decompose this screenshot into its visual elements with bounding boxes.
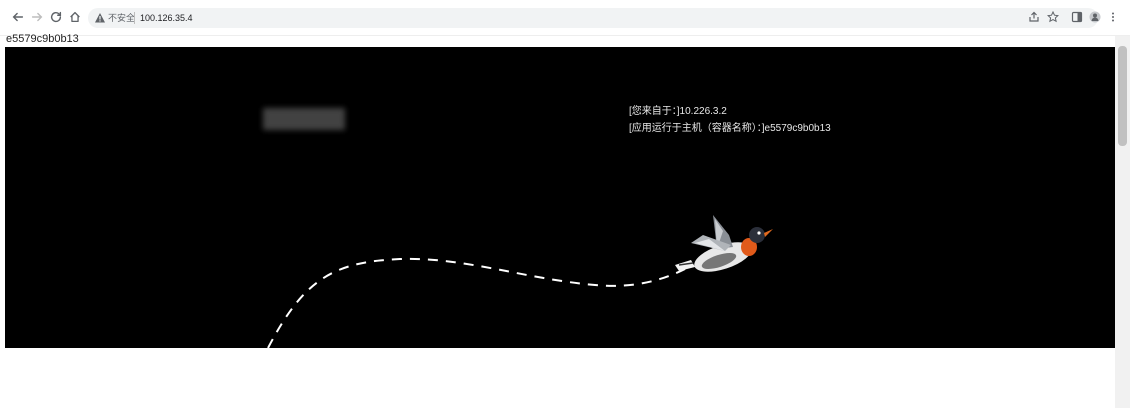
warning-triangle-icon[interactable] <box>94 12 106 24</box>
kebab-menu-icon <box>1112 12 1114 22</box>
url-text[interactable]: 100.126.35.4 <box>140 11 193 25</box>
security-label[interactable]: 不安全 <box>108 11 135 25</box>
reload-icon <box>50 11 62 23</box>
home-icon <box>70 11 80 23</box>
arrow-left-icon <box>12 12 24 22</box>
sidepanel-icon <box>1071 11 1083 23</box>
scroll-thumb[interactable] <box>1118 46 1127 146</box>
browser-toolbar: 不安全 100.126.35.4 <box>0 0 1130 36</box>
address-divider <box>134 12 135 24</box>
profile-button[interactable] <box>1088 10 1102 24</box>
address-bar[interactable]: 不安全 100.126.35.4 <box>88 8 1098 28</box>
hero-banner: [您来自于：]10.226.3.2 [应用运行于主机（容器名称）：]e5579c… <box>5 47 1115 348</box>
sidepanel-button[interactable] <box>1070 10 1084 24</box>
arrow-right-icon <box>31 12 43 22</box>
flight-path <box>267 257 686 348</box>
reload-button[interactable] <box>48 9 64 25</box>
profile-icon <box>1089 11 1101 23</box>
hostname-text: e5579c9b0b13 <box>6 33 79 45</box>
menu-button[interactable] <box>1106 10 1120 24</box>
bookmark-button[interactable] <box>1046 10 1060 24</box>
home-button[interactable] <box>67 9 83 25</box>
star-icon <box>1047 11 1059 23</box>
share-button[interactable] <box>1027 10 1041 24</box>
page-scrollbar[interactable] <box>1115 36 1130 408</box>
forward-button[interactable] <box>29 9 45 25</box>
back-button[interactable] <box>10 9 26 25</box>
hummingbird-image <box>675 215 773 272</box>
share-icon <box>1029 11 1039 22</box>
